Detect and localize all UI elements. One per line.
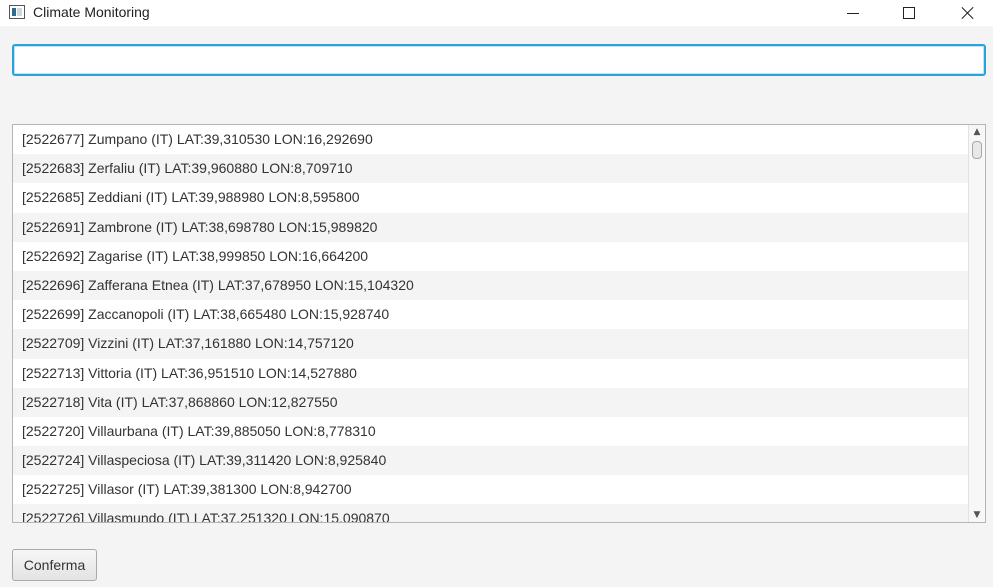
list-item[interactable]: [2522726] Villasmundo (IT) LAT:37,251320… [13,504,969,522]
location-list-items[interactable]: [2522677] Zumpano (IT) LAT:39,310530 LON… [13,125,969,522]
minimize-icon [847,12,859,14]
list-item[interactable]: [2522683] Zerfaliu (IT) LAT:39,960880 LO… [13,154,969,184]
maximize-icon [903,7,915,19]
app-window-icon [9,5,25,19]
list-item[interactable]: [2522720] Villaurbana (IT) LAT:39,885050… [13,416,969,447]
list-item[interactable]: [2522709] Vizzini (IT) LAT:37,161880 LON… [13,329,969,359]
chevron-up-icon[interactable]: ▲ [969,125,985,139]
search-input[interactable] [12,44,986,76]
confirm-button[interactable]: Conferma [12,549,97,581]
scroll-thumb[interactable] [972,141,982,159]
maximize-button[interactable] [886,0,932,26]
list-item[interactable]: [2522724] Villaspeciosa (IT) LAT:39,3114… [13,446,969,476]
chevron-down-icon[interactable]: ▼ [969,508,985,522]
list-item[interactable]: [2522677] Zumpano (IT) LAT:39,310530 LON… [13,125,969,155]
close-icon [961,6,975,20]
window-title: Climate Monitoring [33,4,150,20]
list-item[interactable]: [2522696] Zafferana Etnea (IT) LAT:37,67… [13,270,969,301]
list-item[interactable]: [2522691] Zambrone (IT) LAT:38,698780 LO… [13,212,969,242]
title-bar: Climate Monitoring [0,0,993,26]
list-item[interactable]: [2522718] Vita (IT) LAT:37,868860 LON:12… [13,387,969,417]
vertical-scrollbar[interactable]: ▲ ▼ [968,125,985,522]
minimize-button[interactable] [830,0,876,26]
list-item[interactable]: [2522685] Zeddiani (IT) LAT:39,988980 LO… [13,183,969,213]
list-item[interactable]: [2522725] Villasor (IT) LAT:39,381300 LO… [13,475,969,505]
list-item[interactable]: [2522699] Zaccanopoli (IT) LAT:38,665480… [13,300,969,330]
list-item[interactable]: [2522713] Vittoria (IT) LAT:36,951510 LO… [13,358,969,388]
close-button[interactable] [945,0,991,26]
list-item[interactable]: [2522692] Zagarise (IT) LAT:38,999850 LO… [13,241,969,271]
location-list[interactable]: [2522677] Zumpano (IT) LAT:39,310530 LON… [12,124,986,523]
